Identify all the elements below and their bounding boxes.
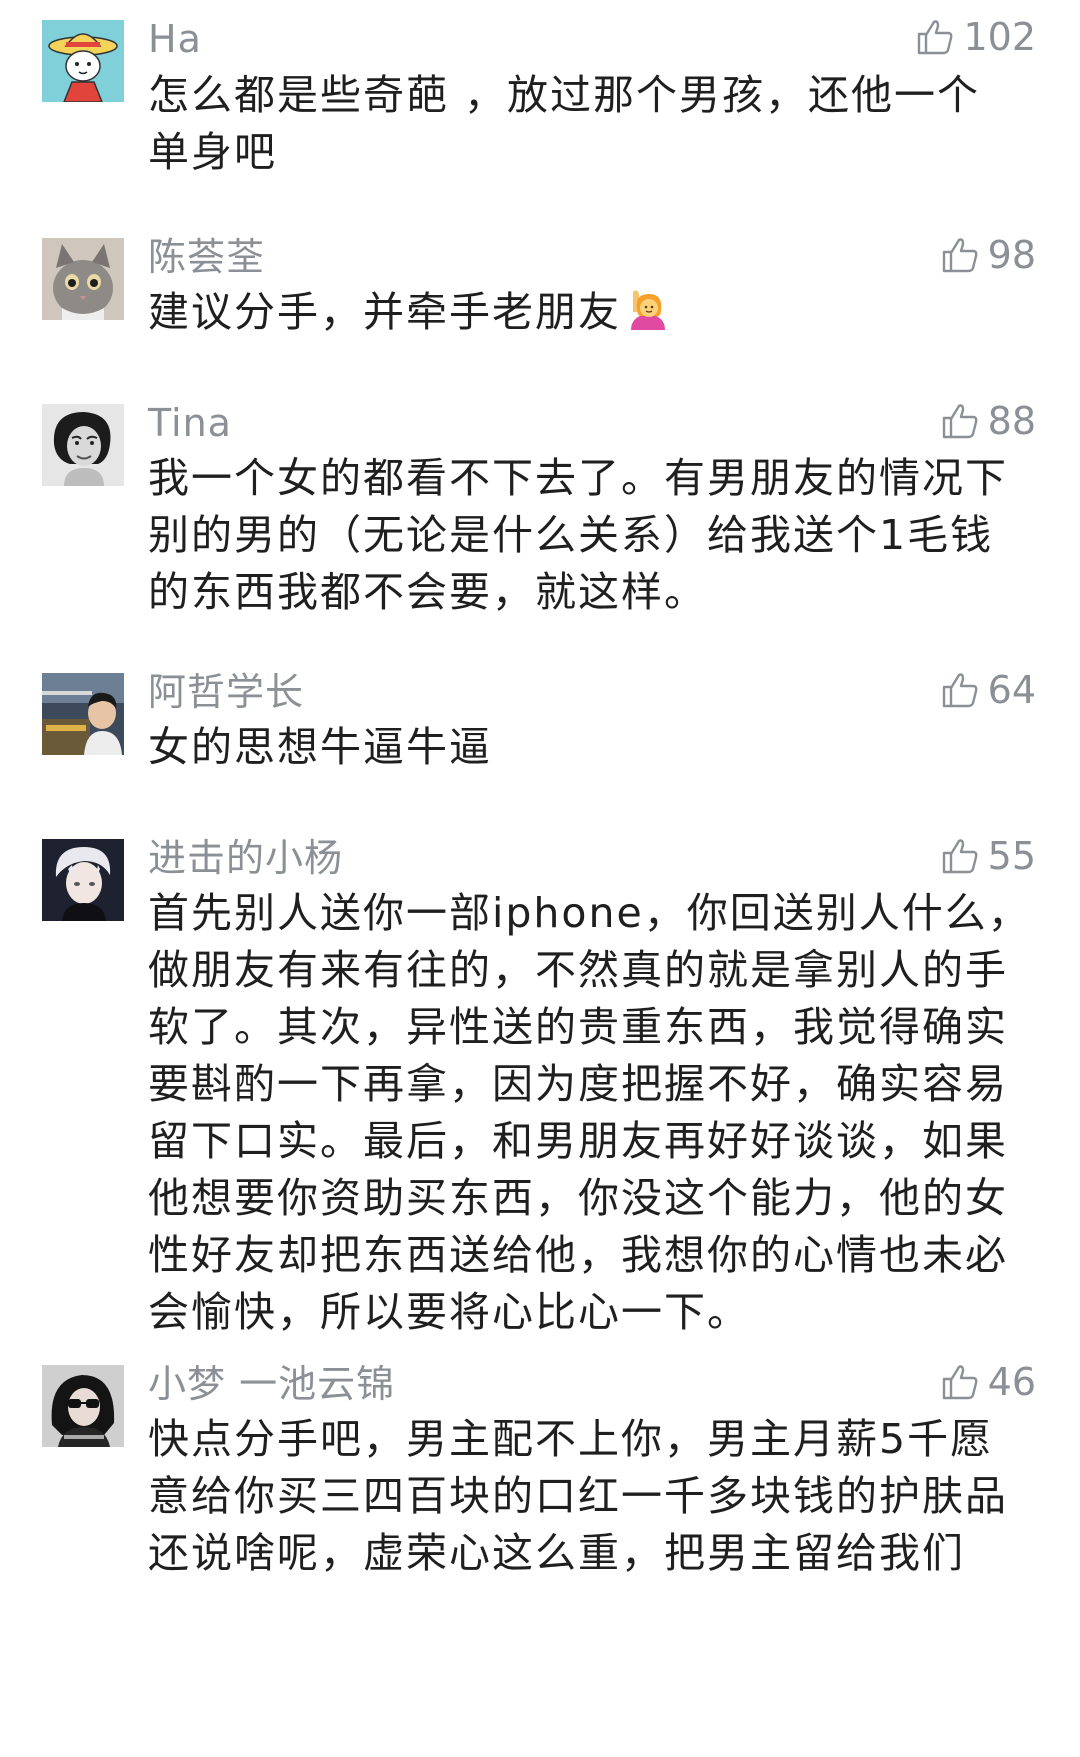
comment-line: 的东西我都不会要，就这样。 (148, 568, 707, 616)
thumbs-up-icon (940, 401, 980, 441)
comment-line: 单身吧 (148, 128, 277, 176)
comment-text: 首先别人送你一部iphone，你回送别人什么， 做朋友有来有往的，不然真的就是拿… (148, 885, 1031, 1341)
thumbs-up-icon (940, 1362, 980, 1402)
like-button[interactable]: 46 (940, 1359, 1036, 1405)
comment-line: 建议分手，并牵手老朋友 (148, 288, 621, 336)
like-button[interactable]: 98 (940, 232, 1036, 278)
avatar[interactable] (42, 673, 124, 755)
comment-line: 软了。其次，异性送的贵重东西，我觉得确实 (148, 1003, 1008, 1051)
thumbs-up-icon (915, 17, 955, 57)
comment-text: 我一个女的都看不下去了。有男朋友的情况下 别的男的（无论是什么关系）给我送个1毛… (148, 450, 1028, 621)
like-button[interactable]: 55 (940, 833, 1036, 879)
comment-line: 要斟酌一下再拿，因为度把握不好，确实容易 (148, 1060, 1008, 1108)
comment-text: 女的思想牛逼牛逼 (148, 719, 1028, 776)
avatar[interactable] (42, 404, 124, 486)
comment-text: 建议分手，并牵手老朋友 (148, 284, 1028, 341)
like-count: 46 (987, 1360, 1036, 1404)
comment-line: 女的思想牛逼牛逼 (148, 723, 492, 771)
like-count: 102 (963, 15, 1036, 59)
comment-line: 会愉快，所以要将心比心一下。 (148, 1288, 750, 1336)
comment-line: 怎么都是些奇葩 ，放过那个男孩，还他一个 (148, 71, 981, 119)
thumbs-up-icon (940, 670, 980, 710)
comment-line-wrap: 建议分手，并牵手老朋友 (148, 284, 1028, 341)
username[interactable]: 小梦 一池云锦 (148, 1362, 395, 1406)
thumbs-up-icon (940, 836, 980, 876)
avatar[interactable] (42, 839, 124, 921)
username[interactable]: Tina (148, 401, 232, 445)
like-count: 98 (987, 233, 1036, 277)
like-button[interactable]: 88 (940, 398, 1036, 444)
comment-line: 留下口实。最后，和男朋友再好好谈谈，如果 (148, 1117, 1008, 1165)
comment-line: 性好友却把东西送给他，我想你的心情也未必 (148, 1231, 1008, 1279)
comment-line: 意给你买三四百块的口红一千多块钱的护肤品 (148, 1472, 1008, 1520)
like-button[interactable]: 102 (915, 14, 1036, 60)
avatar[interactable] (42, 20, 124, 102)
comment-line: 快点分手吧，男主配不上你，男主月薪5千愿 (148, 1415, 994, 1463)
person-raising-hand-emoji (625, 286, 671, 332)
comment-text: 快点分手吧，男主配不上你，男主月薪5千愿 意给你买三四百块的口红一千多块钱的护肤… (148, 1411, 1028, 1582)
comment-line: 别的男的（无论是什么关系）给我送个1毛钱 (148, 511, 994, 559)
like-count: 55 (987, 834, 1036, 878)
username[interactable]: 阿哲学长 (148, 670, 304, 714)
username[interactable]: Ha (148, 17, 202, 61)
comment-line: 首先别人送你一部iphone，你回送别人什么， (148, 889, 1031, 937)
avatar[interactable] (42, 1365, 124, 1447)
like-count: 88 (987, 399, 1036, 443)
thumbs-up-icon (940, 235, 980, 275)
comment-line: 还说啥呢，虚荣心这么重，把男主留给我们 (148, 1529, 965, 1577)
username[interactable]: 陈荟荃 (148, 235, 265, 279)
comment-line: 他想要你资助买东西，你没这个能力，他的女 (148, 1174, 1008, 1222)
like-button[interactable]: 64 (940, 667, 1036, 713)
avatar[interactable] (42, 238, 124, 320)
comment-text: 怎么都是些奇葩 ，放过那个男孩，还他一个 单身吧 (148, 67, 1028, 181)
username[interactable]: 进击的小杨 (148, 836, 343, 880)
comment-line: 我一个女的都看不下去了。有男朋友的情况下 (148, 454, 1008, 502)
comment-feed: Ha 102 怎么都是些奇葩 ，放过那个男孩，还他一个 单身吧 陈荟荃 98 建… (0, 0, 1080, 1757)
like-count: 64 (987, 668, 1036, 712)
comment-line: 做朋友有来有往的，不然真的就是拿别人的手 (148, 946, 1008, 994)
